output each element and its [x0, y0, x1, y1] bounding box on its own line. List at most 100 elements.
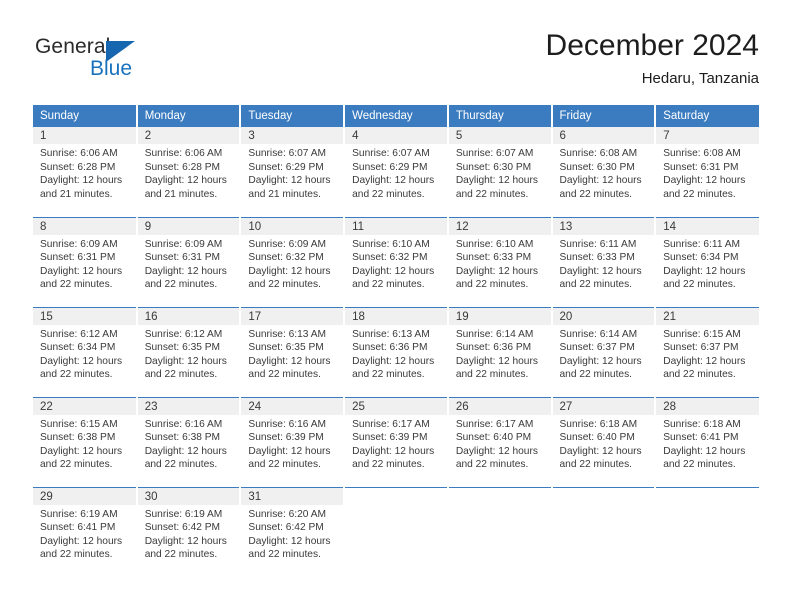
sunrise-text: Sunrise: 6:19 AM: [144, 508, 223, 520]
day-number: 24: [241, 397, 344, 415]
day-number: 5: [448, 127, 551, 144]
day-info: Sunrise: 6:17 AM Sunset: 6:39 PM Daylight:…: [345, 415, 447, 472]
day-info: Sunrise: 6:14 AM Sunset: 6:36 PM Daylight:…: [449, 325, 551, 382]
day-info: Sunrise: 6:09 AM Sunset: 6:31 PM Daylight:…: [33, 235, 136, 292]
calendar-day-cell[interactable]: 5 Sunrise: 6:07 AM Sunset: 6:30 PM Daylight…: [447, 127, 553, 217]
sunrise-text: Sunrise: 6:10 AM: [455, 238, 534, 250]
day-number: 16: [137, 307, 240, 325]
day-info: Sunrise: 6:18 AM Sunset: 6:40 PM Daylight:…: [553, 415, 655, 472]
calendar-day-cell[interactable]: 18 Sunrise: 6:13 AM Sunset: 6:36 PM Dayligh…: [344, 306, 449, 397]
calendar-day-cell[interactable]: 12 Sunrise: 6:10 AM Sunset: 6:33 PM Dayligh…: [447, 216, 553, 307]
calendar-day-cell[interactable]: 29 Sunrise: 6:19 AM Sunset: 6:41 PM Dayligh…: [33, 486, 138, 577]
calendar-week-row: 8 Sunrise: 6:09 AM Sunset: 6:31 PM Daylight…: [33, 216, 759, 307]
calendar-day-cell[interactable]: 7 Sunrise: 6:08 AM Sunset: 6:31 PM Daylight…: [655, 127, 759, 217]
daylight-text: Daylight: 12 hours and 22 minutes.: [663, 175, 746, 200]
sunrise-text: Sunrise: 6:11 AM: [663, 238, 741, 250]
day-number: 15: [33, 307, 136, 325]
day-info: Sunrise: 6:08 AM Sunset: 6:30 PM Daylight:…: [553, 144, 655, 201]
day-number: 11: [345, 217, 447, 235]
day-info: Sunrise: 6:07 AM Sunset: 6:30 PM Daylight:…: [449, 144, 551, 201]
general-blue-logo[interactable]: General Blue: [35, 36, 195, 86]
calendar-day-cell[interactable]: 31 Sunrise: 6:20 AM Sunset: 6:42 PM Dayligh…: [240, 486, 346, 577]
sunset-text: Sunset: 6:28 PM: [40, 161, 116, 173]
calendar-day-cell[interactable]: 25 Sunrise: 6:17 AM Sunset: 6:39 PM Dayligh…: [344, 396, 449, 487]
daylight-text: Daylight: 12 hours and 22 minutes.: [248, 265, 331, 291]
day-number: 28: [656, 397, 759, 415]
day-info: Sunrise: 6:19 AM Sunset: 6:42 PM Daylight:…: [138, 505, 240, 562]
calendar-day-cell[interactable]: 20 Sunrise: 6:14 AM Sunset: 6:37 PM Dayligh…: [551, 306, 657, 397]
calendar-day-cell[interactable]: 17 Sunrise: 6:13 AM Sunset: 6:35 PM Dayligh…: [240, 306, 346, 397]
daylight-text: Daylight: 12 hours and 22 minutes.: [144, 445, 227, 471]
day-number: 12: [448, 217, 551, 235]
calendar-day-cell[interactable]: 30 Sunrise: 6:19 AM Sunset: 6:42 PM Dayligh…: [136, 486, 242, 577]
sunset-text: Sunset: 6:33 PM: [455, 252, 532, 264]
sunrise-text: Sunrise: 6:07 AM: [455, 148, 534, 159]
daylight-text: Daylight: 12 hours and 22 minutes.: [40, 445, 123, 471]
calendar-day-cell[interactable]: 2 Sunrise: 6:06 AM Sunset: 6:28 PM Daylight…: [136, 127, 242, 217]
day-number: 3: [241, 127, 344, 144]
sunset-text: Sunset: 6:42 PM: [144, 522, 221, 534]
calendar-day-cell[interactable]: 24 Sunrise: 6:16 AM Sunset: 6:39 PM Dayligh…: [240, 396, 346, 487]
day-info: Sunrise: 6:11 AM Sunset: 6:33 PM Daylight:…: [553, 235, 655, 292]
sunset-text: Sunset: 6:42 PM: [248, 522, 324, 534]
calendar-day-cell[interactable]: 4 Sunrise: 6:07 AM Sunset: 6:29 PM Daylight…: [344, 127, 449, 217]
daylight-text: Daylight: 12 hours and 22 minutes.: [455, 175, 538, 200]
daylight-text: Daylight: 12 hours and 22 minutes.: [248, 355, 331, 381]
calendar-day-cell[interactable]: 9 Sunrise: 6:09 AM Sunset: 6:31 PM Daylight…: [136, 216, 242, 307]
calendar-day-cell[interactable]: 15 Sunrise: 6:12 AM Sunset: 6:34 PM Dayligh…: [33, 306, 138, 397]
calendar-day-cell[interactable]: 11 Sunrise: 6:10 AM Sunset: 6:32 PM Dayligh…: [344, 216, 449, 307]
calendar-day-cell[interactable]: 22 Sunrise: 6:15 AM Sunset: 6:38 PM Dayligh…: [33, 396, 138, 487]
day-number: 10: [241, 217, 344, 235]
sunrise-text: Sunrise: 6:08 AM: [663, 148, 741, 159]
calendar-day-cell[interactable]: 13 Sunrise: 6:11 AM Sunset: 6:33 PM Dayligh…: [551, 216, 657, 307]
day-info: Sunrise: 6:15 AM Sunset: 6:38 PM Daylight:…: [33, 415, 136, 472]
calendar-day-cell[interactable]: 27 Sunrise: 6:18 AM Sunset: 6:40 PM Dayligh…: [551, 396, 657, 487]
sunset-text: Sunset: 6:33 PM: [559, 252, 635, 264]
sunset-text: Sunset: 6:28 PM: [144, 161, 221, 173]
daylight-text: Daylight: 12 hours and 22 minutes.: [40, 535, 123, 561]
day-info: Sunrise: 6:17 AM Sunset: 6:40 PM Daylight:…: [449, 415, 551, 472]
weekday-header-monday: Monday: [136, 105, 242, 127]
sunset-text: Sunset: 6:35 PM: [248, 342, 324, 354]
sunset-text: Sunset: 6:35 PM: [144, 342, 221, 354]
calendar-day-cell[interactable]: 21 Sunrise: 6:15 AM Sunset: 6:37 PM Dayligh…: [655, 306, 759, 397]
sunset-text: Sunset: 6:31 PM: [144, 252, 221, 264]
calendar-day-cell[interactable]: 14 Sunrise: 6:11 AM Sunset: 6:34 PM Dayligh…: [655, 216, 759, 307]
calendar-day-cell[interactable]: 28 Sunrise: 6:18 AM Sunset: 6:41 PM Dayligh…: [655, 396, 759, 487]
day-number: [656, 487, 759, 505]
day-number: 17: [241, 307, 344, 325]
day-info: Sunrise: 6:11 AM Sunset: 6:34 PM Daylight:…: [656, 235, 759, 292]
daylight-text: Daylight: 12 hours and 22 minutes.: [455, 265, 538, 291]
daylight-text: Daylight: 12 hours and 22 minutes.: [352, 265, 435, 291]
calendar-day-cell[interactable]: 1 Sunrise: 6:06 AM Sunset: 6:28 PM Daylight…: [33, 127, 138, 217]
calendar-day-cell[interactable]: 19 Sunrise: 6:14 AM Sunset: 6:36 PM Dayligh…: [447, 306, 553, 397]
day-info: Sunrise: 6:20 AM Sunset: 6:42 PM Daylight:…: [241, 505, 343, 562]
calendar-day-cell[interactable]: 16 Sunrise: 6:12 AM Sunset: 6:35 PM Dayligh…: [136, 306, 242, 397]
sunset-text: Sunset: 6:38 PM: [144, 432, 221, 444]
day-info: Sunrise: 6:13 AM Sunset: 6:36 PM Daylight:…: [345, 325, 447, 382]
day-number: 8: [33, 217, 136, 235]
daylight-text: Daylight: 12 hours and 21 minutes.: [144, 175, 227, 200]
sunrise-text: Sunrise: 6:15 AM: [663, 328, 741, 340]
calendar-week-row: 22 Sunrise: 6:15 AM Sunset: 6:38 PM Dayligh…: [33, 396, 759, 487]
sunrise-text: Sunrise: 6:17 AM: [352, 418, 430, 430]
sunset-text: Sunset: 6:39 PM: [352, 432, 428, 444]
sunrise-text: Sunrise: 6:09 AM: [248, 238, 326, 250]
calendar-day-cell[interactable]: 26 Sunrise: 6:17 AM Sunset: 6:40 PM Dayligh…: [447, 396, 553, 487]
sunset-text: Sunset: 6:34 PM: [40, 342, 116, 354]
sunrise-text: Sunrise: 6:07 AM: [248, 148, 326, 159]
sunrise-text: Sunrise: 6:11 AM: [559, 238, 637, 250]
sunrise-text: Sunrise: 6:12 AM: [144, 328, 223, 340]
calendar-day-cell[interactable]: 10 Sunrise: 6:09 AM Sunset: 6:32 PM Dayligh…: [240, 216, 346, 307]
sunset-text: Sunset: 6:36 PM: [455, 342, 532, 354]
calendar-day-cell[interactable]: 3 Sunrise: 6:07 AM Sunset: 6:29 PM Daylight…: [240, 127, 346, 217]
calendar-day-cell[interactable]: 8 Sunrise: 6:09 AM Sunset: 6:31 PM Daylight…: [33, 216, 138, 307]
calendar-week-row: 15 Sunrise: 6:12 AM Sunset: 6:34 PM Dayligh…: [33, 306, 759, 397]
calendar-empty-cell: [655, 486, 759, 577]
calendar-day-cell[interactable]: 23 Sunrise: 6:16 AM Sunset: 6:38 PM Dayligh…: [136, 396, 242, 487]
sunrise-text: Sunrise: 6:20 AM: [248, 508, 326, 520]
calendar-day-cell[interactable]: 6 Sunrise: 6:08 AM Sunset: 6:30 PM Daylight…: [551, 127, 657, 217]
daylight-text: Daylight: 12 hours and 22 minutes.: [663, 445, 746, 471]
day-number: 7: [656, 127, 759, 144]
sunset-text: Sunset: 6:36 PM: [352, 342, 428, 354]
